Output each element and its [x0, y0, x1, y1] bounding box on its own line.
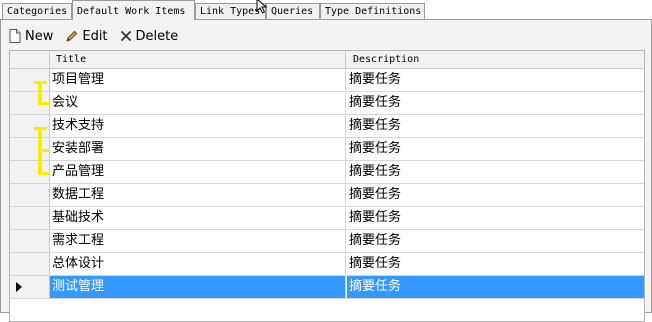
table-row[interactable]: 数据工程 摘要任务 — [10, 184, 644, 207]
grid-header-corner — [10, 51, 50, 68]
edit-button[interactable]: Edit — [65, 28, 108, 44]
mouse-cursor-icon — [256, 0, 268, 14]
table-row-selected[interactable]: 测试管理 摘要任务 — [10, 276, 644, 299]
column-header-description[interactable]: Description — [347, 51, 644, 68]
cell-description[interactable]: 摘要任务 — [347, 92, 644, 114]
highlight-mark — [38, 172, 50, 175]
table-row[interactable]: 安装部署 摘要任务 — [10, 138, 644, 161]
tab-categories[interactable]: Categories — [2, 3, 72, 19]
delete-button-label: Delete — [135, 28, 179, 44]
table-row[interactable]: 项目管理 摘要任务 — [10, 69, 644, 92]
grid-rows: 项目管理 摘要任务 会议 摘要任务 技术支持 摘要任务 安装部署 摘要任务 产品… — [10, 69, 644, 299]
cell-title[interactable]: 需求工程 — [50, 230, 346, 252]
tab-strip: Categories Default Work Items Link Types… — [0, 0, 652, 20]
table-row[interactable]: 需求工程 摘要任务 — [10, 230, 644, 253]
grid-header: Title Description — [10, 51, 644, 69]
cell-description[interactable]: 摘要任务 — [347, 207, 644, 229]
new-button[interactable]: New — [9, 29, 53, 44]
row-header[interactable] — [10, 253, 50, 275]
row-header[interactable] — [10, 276, 50, 298]
tab-default-work-items[interactable]: Default Work Items — [72, 0, 195, 20]
default-work-items-panel: New Edit Delete Title Description 项目管理 摘… — [0, 20, 652, 322]
delete-button[interactable]: Delete — [120, 28, 179, 44]
toolbar: New Edit Delete — [9, 26, 178, 46]
tab-type-definitions[interactable]: Type Definitions — [320, 3, 425, 19]
cell-description[interactable]: 摘要任务 — [347, 230, 644, 252]
row-header[interactable] — [10, 69, 50, 91]
cell-description[interactable]: 摘要任务 — [347, 276, 644, 298]
new-document-icon — [9, 29, 21, 43]
row-header[interactable] — [10, 230, 50, 252]
cell-title[interactable]: 数据工程 — [50, 184, 346, 206]
table-row[interactable]: 产品管理 摘要任务 — [10, 161, 644, 184]
table-row[interactable]: 基础技术 摘要任务 — [10, 207, 644, 230]
cell-title[interactable]: 基础技术 — [50, 207, 346, 229]
row-header[interactable] — [10, 207, 50, 229]
cell-title[interactable]: 会议 — [50, 92, 346, 114]
column-header-title[interactable]: Title — [50, 51, 346, 68]
pencil-icon — [66, 30, 78, 42]
highlight-mark — [38, 102, 50, 105]
cell-description[interactable]: 摘要任务 — [347, 161, 644, 183]
table-row[interactable]: 技术支持 摘要任务 — [10, 115, 644, 138]
row-header[interactable] — [10, 115, 50, 137]
row-header[interactable] — [10, 184, 50, 206]
cell-description[interactable]: 摘要任务 — [347, 115, 644, 137]
table-row[interactable]: 会议 摘要任务 — [10, 92, 644, 115]
cell-title[interactable]: 测试管理 — [50, 276, 346, 298]
cell-description[interactable]: 摘要任务 — [347, 69, 644, 91]
edit-button-label: Edit — [82, 28, 108, 44]
current-row-pointer-icon — [16, 282, 22, 292]
highlight-mark — [38, 149, 50, 152]
new-button-label: New — [25, 28, 54, 44]
cell-title[interactable]: 安装部署 — [50, 138, 346, 160]
cell-description[interactable]: 摘要任务 — [347, 184, 644, 206]
work-items-grid[interactable]: Title Description 项目管理 摘要任务 会议 摘要任务 技术支持… — [9, 50, 645, 322]
cell-description[interactable]: 摘要任务 — [347, 138, 644, 160]
delete-x-icon — [120, 30, 131, 42]
cell-description[interactable]: 摘要任务 — [347, 253, 644, 275]
tab-queries[interactable]: Queries — [266, 3, 320, 19]
cell-title[interactable]: 技术支持 — [50, 115, 346, 137]
table-row[interactable]: 总体设计 摘要任务 — [10, 253, 644, 276]
cell-title[interactable]: 产品管理 — [50, 161, 346, 183]
cell-title[interactable]: 项目管理 — [50, 69, 346, 91]
cell-title[interactable]: 总体设计 — [50, 253, 346, 275]
